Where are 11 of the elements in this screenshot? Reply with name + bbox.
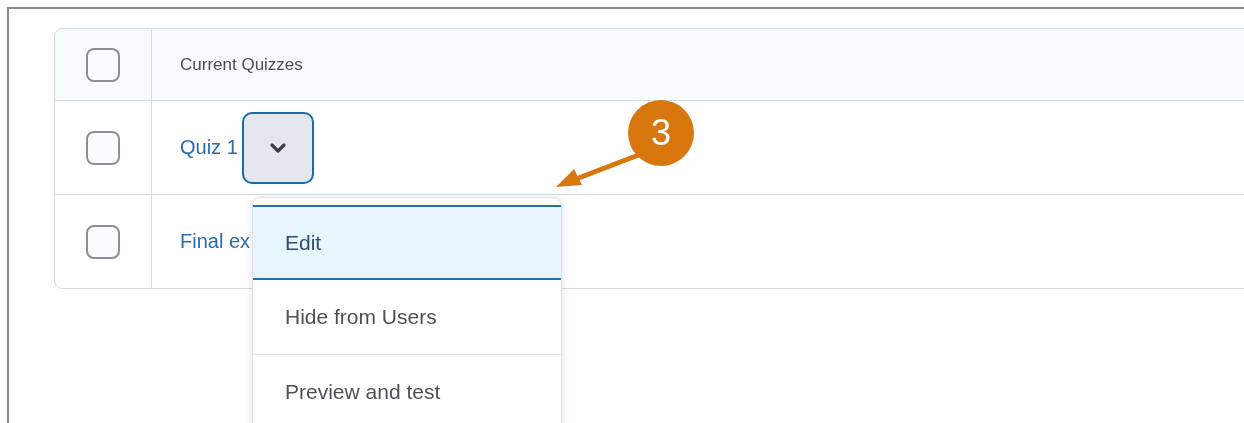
select-all-checkbox[interactable] [86, 47, 120, 82]
menu-item[interactable]: Hide from Users [253, 280, 561, 355]
actions-dropdown-button[interactable] [241, 111, 314, 184]
column-header: Current Quizzes [180, 54, 303, 75]
quiz-link[interactable]: Quiz 1 [180, 136, 238, 159]
chevron-down-icon [268, 141, 287, 154]
quiz-link[interactable]: Final ex [180, 230, 251, 253]
menu-item[interactable]: Edit [253, 205, 561, 280]
row-checkbox[interactable] [86, 224, 120, 259]
menu-item[interactable]: Preview and test [253, 355, 561, 423]
row-checkbox[interactable] [86, 130, 120, 165]
